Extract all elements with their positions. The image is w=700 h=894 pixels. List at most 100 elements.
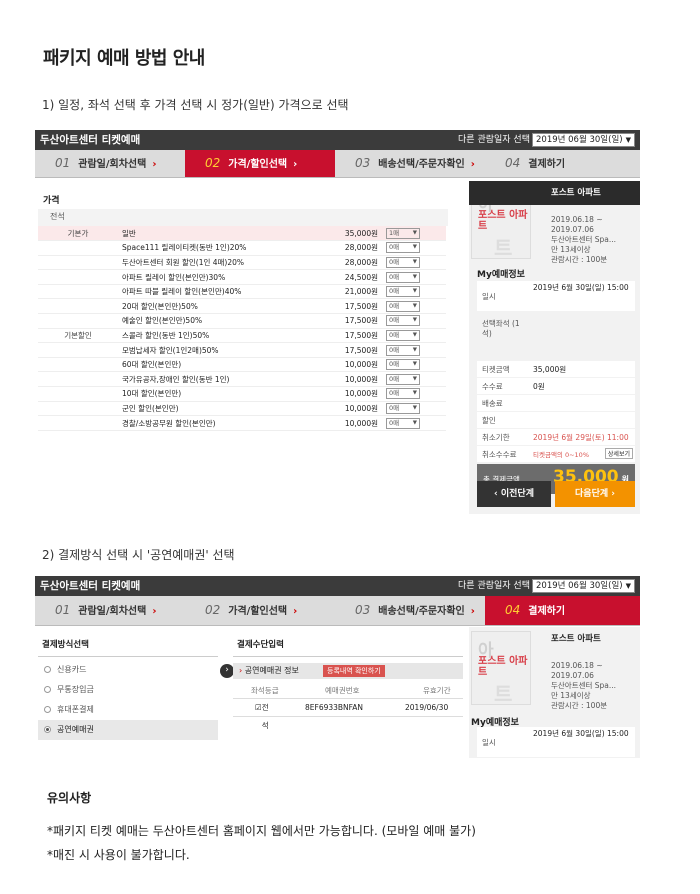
payment-option-voucher[interactable]: 공연예매권 xyxy=(38,720,218,740)
qty-select[interactable]: 0매 ▼ xyxy=(386,300,420,312)
voucher-info-bar: › 공연예매권 정보 등록내역 확인하기 xyxy=(233,663,463,679)
step-label: 결제하기 xyxy=(528,606,566,617)
screenshot-payment-method: 두산아트센터 티켓예매 다른 관람일자 선택 2019년 06월 30일(일) ▼… xyxy=(35,576,640,758)
detail-button[interactable]: 상세보기 xyxy=(604,448,633,459)
price-name: 경찰/소방공무원 할인(본인만) xyxy=(118,415,318,431)
step-tab-2[interactable]: 02 가격/할인선택 › xyxy=(185,596,335,625)
chevron-down-icon: ▼ xyxy=(412,390,417,397)
kv-value: 0원 xyxy=(533,382,545,391)
chevron-down-icon: ▼ xyxy=(412,288,417,295)
price-category: 기본가 xyxy=(38,226,118,242)
step-tab-3[interactable]: 03 배송선택/주문자확인 › xyxy=(335,150,485,177)
booking-ticket-amount: 티켓금액 35,000원 xyxy=(477,361,635,377)
qty-cell: 0매 ▼ xyxy=(382,284,446,300)
qty-select[interactable]: 0매 ▼ xyxy=(386,388,420,400)
notice-line-1: *패키지 티켓 예매는 두산아트센터 홈페이지 웹에서만 가능합니다. (모바일… xyxy=(47,824,476,838)
qty-cell: 0매 ▼ xyxy=(382,371,446,388)
qty-select[interactable]: 0매 ▼ xyxy=(386,242,420,254)
date-select-label: 다른 관람일자 선택 xyxy=(458,135,530,145)
kv-value: 2019년 6월 29일(토) 11:00 xyxy=(533,433,629,442)
payment-option-label: 휴대폰결제 xyxy=(57,705,94,714)
price-heading: 가격 xyxy=(43,196,60,206)
next-step-button[interactable]: 다음단계 › xyxy=(555,481,635,507)
price-value: 10,000원 xyxy=(318,386,382,402)
price-name: 모범납세자 할인(1인2매)50% xyxy=(118,342,318,358)
chevron-down-icon: ▼ xyxy=(412,244,417,251)
step-tab-1[interactable]: 01 관람일/회차선택 › xyxy=(35,596,185,625)
payment-option-label: 신용카드 xyxy=(57,665,87,674)
price-category xyxy=(38,313,118,329)
chevron-down-icon: ▼ xyxy=(625,136,631,144)
radio-icon xyxy=(44,706,51,713)
qty-select[interactable]: 0매 ▼ xyxy=(386,315,420,327)
step-tab-4[interactable]: 04 결제하기 xyxy=(485,150,640,177)
kv-key: 일시 xyxy=(482,292,496,301)
payment-option-card[interactable]: 신용카드 xyxy=(38,660,218,680)
step-tab-3[interactable]: 03 배송선택/주문자확인 › xyxy=(335,596,485,625)
chevron-right-icon: › xyxy=(470,159,475,170)
qty-select[interactable]: 0매 ▼ xyxy=(386,271,420,283)
qty-cell: 0매 ▼ xyxy=(382,415,446,431)
chevron-down-icon: ▼ xyxy=(412,229,417,236)
price-value: 10,000원 xyxy=(318,415,382,431)
poster-title: 포스트 아파트 xyxy=(478,210,528,232)
voucher-history-button[interactable]: 등록내역 확인하기 xyxy=(323,665,385,677)
poster-title: 포스트 아파트 xyxy=(478,656,528,678)
col-header: 좌석등급 xyxy=(251,686,279,695)
date-select[interactable]: 2019년 06월 30일(일) ▼ xyxy=(532,579,635,593)
date-select[interactable]: 2019년 06월 30일(일) ▼ xyxy=(532,133,635,147)
qty-select[interactable]: 0매 ▼ xyxy=(386,286,420,298)
qty-value: 0매 xyxy=(389,316,400,325)
prev-step-button[interactable]: ‹ 이전단계 xyxy=(477,481,551,507)
price-category xyxy=(38,386,118,402)
qty-value: 0매 xyxy=(389,374,400,383)
price-row: 60대 할인(본인만) 10,000원 0매 ▼ xyxy=(38,357,446,373)
chevron-right-icon: › xyxy=(293,159,298,170)
payment-method-list: 결제방식선택 신용카드 무통장입금 휴대폰결제 공연예매권 xyxy=(38,632,218,740)
my-booking-heading: My예매정보 xyxy=(477,270,525,280)
cancel-fee: 취소수수료 티켓금액의 0~10% 상세보기 xyxy=(477,446,635,462)
voucher-checkbox[interactable]: ☑ 전석 xyxy=(255,699,269,730)
qty-value: 0매 xyxy=(389,257,400,266)
qty-select[interactable]: 0매 ▼ xyxy=(386,417,420,429)
qty-cell: 0매 ▼ xyxy=(382,357,446,373)
step-tab-1[interactable]: 01 관람일/회차선택 › xyxy=(35,150,185,177)
price-value: 28,000원 xyxy=(318,240,382,256)
price-row: Space111 릴레이티켓(동반 1인)20% 28,000원 0매 ▼ xyxy=(38,240,446,256)
chevron-down-icon: ▼ xyxy=(412,375,417,382)
price-name: 일반 xyxy=(118,226,318,242)
qty-value: 0매 xyxy=(389,287,400,296)
step-num: 04 xyxy=(505,156,521,170)
qty-select[interactable]: 0매 ▼ xyxy=(386,402,420,414)
screenshot-price-selection: 두산아트센터 티켓예매 다른 관람일자 선택 2019년 06월 30일(일) ▼… xyxy=(35,130,640,514)
step-tab-4[interactable]: 04 결제하기 xyxy=(485,596,640,625)
chevron-right-icon: › xyxy=(293,606,298,617)
date-select-value: 2019년 06월 30일(일) xyxy=(536,581,623,591)
step-tab-2[interactable]: 02 가격/할인선택 › xyxy=(185,150,335,177)
chevron-down-icon: ▼ xyxy=(412,404,417,411)
qty-select[interactable]: 1매 ▼ xyxy=(386,227,420,239)
qty-select[interactable]: 0매 ▼ xyxy=(386,359,420,371)
payment-option-bank[interactable]: 무통장입금 xyxy=(38,680,218,700)
qty-select[interactable]: 0매 ▼ xyxy=(386,344,420,356)
kv-key: 취소수수료 xyxy=(482,450,517,459)
payment-method-heading: 결제방식선택 xyxy=(38,632,218,657)
show-venue: 두산아트센터 Spa... xyxy=(551,235,617,244)
chevron-right-icon: › xyxy=(608,489,615,499)
price-value: 17,500원 xyxy=(318,342,382,358)
step-label: 배송선택/주문자확인 xyxy=(378,606,465,617)
poster-text: 트 xyxy=(494,682,513,705)
price-name: 10대 할인(본인만) xyxy=(118,386,318,402)
price-category xyxy=(38,255,118,271)
payment-option-phone[interactable]: 휴대폰결제 xyxy=(38,700,218,720)
app-brand: 두산아트센터 티켓예매 xyxy=(40,580,141,592)
qty-select[interactable]: 0매 ▼ xyxy=(386,256,420,268)
step-num: 02 xyxy=(205,603,221,617)
qty-select[interactable]: 0매 ▼ xyxy=(386,373,420,385)
price-row: 아파트 릴레이 할인(본인만)30% 24,500원 0매 ▼ xyxy=(38,269,446,285)
qty-select[interactable]: 0매 ▼ xyxy=(386,329,420,341)
price-name: 예술인 할인(본인만)50% xyxy=(118,313,318,329)
price-name: 아파트 따블 릴레이 할인(본인만)40% xyxy=(118,284,318,300)
col-header: 예매권번호 xyxy=(325,686,360,695)
chevron-down-icon: ▼ xyxy=(412,419,417,426)
